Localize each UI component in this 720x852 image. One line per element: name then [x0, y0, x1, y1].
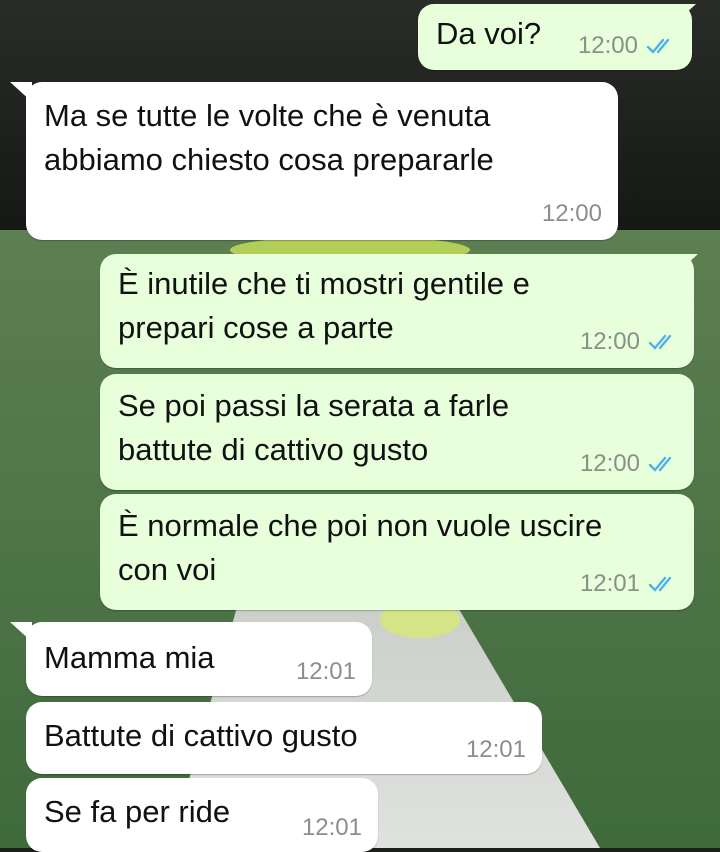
read-double-check-icon — [648, 456, 672, 472]
message-bubble-incoming[interactable]: Se fa per ride 12:01 — [26, 778, 378, 852]
read-double-check-icon — [648, 334, 672, 350]
message-bubble-incoming[interactable]: Battute di cattivo gusto 12:01 — [26, 702, 542, 774]
message-text: Da voi? — [436, 16, 542, 51]
message-bubble-outgoing[interactable]: È normale che poi non vuole uscire con v… — [100, 494, 694, 610]
message-text: È normale che poi non vuole uscire con v… — [118, 508, 603, 587]
message-bubble-outgoing[interactable]: È inutile che ti mostri gentile e prepar… — [100, 254, 694, 368]
message-meta: 12:00 — [542, 200, 602, 228]
message-time: 12:01 — [301, 814, 362, 841]
message-bubble-incoming[interactable]: Ma se tutte le volte che è venuta abbiam… — [26, 82, 618, 240]
message-meta: 12:00 — [580, 328, 678, 356]
message-time: 12:00 — [579, 328, 640, 355]
message-time: 12:00 — [579, 450, 640, 477]
message-meta: 12:00 — [578, 32, 676, 60]
message-text: Se fa per ride — [44, 794, 231, 829]
message-meta: 12:01 — [296, 658, 356, 686]
message-time: 12:00 — [541, 200, 602, 227]
message-time: 12:01 — [579, 570, 640, 597]
message-time: 12:01 — [465, 736, 526, 763]
message-bubble-incoming[interactable]: Mamma mia 12:01 — [26, 622, 372, 696]
message-meta: 12:01 — [302, 814, 362, 842]
message-bubble-outgoing[interactable]: Se poi passi la serata a farle battute d… — [100, 374, 694, 490]
message-text: Mamma mia — [44, 640, 215, 675]
message-text: È inutile che ti mostri gentile e prepar… — [118, 266, 530, 345]
message-text: Se poi passi la serata a farle battute d… — [118, 388, 510, 467]
message-bubble-outgoing[interactable]: Da voi? 12:00 — [418, 4, 692, 70]
message-meta: 12:01 — [466, 736, 526, 764]
message-meta: 12:00 — [580, 450, 678, 478]
message-time: 12:01 — [295, 658, 356, 685]
read-double-check-icon — [648, 576, 672, 592]
read-double-check-icon — [646, 38, 670, 54]
message-time: 12:00 — [577, 32, 638, 59]
message-text: Battute di cattivo gusto — [44, 718, 358, 753]
message-meta: 12:01 — [580, 570, 678, 598]
message-text: Ma se tutte le volte che è venuta abbiam… — [44, 98, 494, 177]
